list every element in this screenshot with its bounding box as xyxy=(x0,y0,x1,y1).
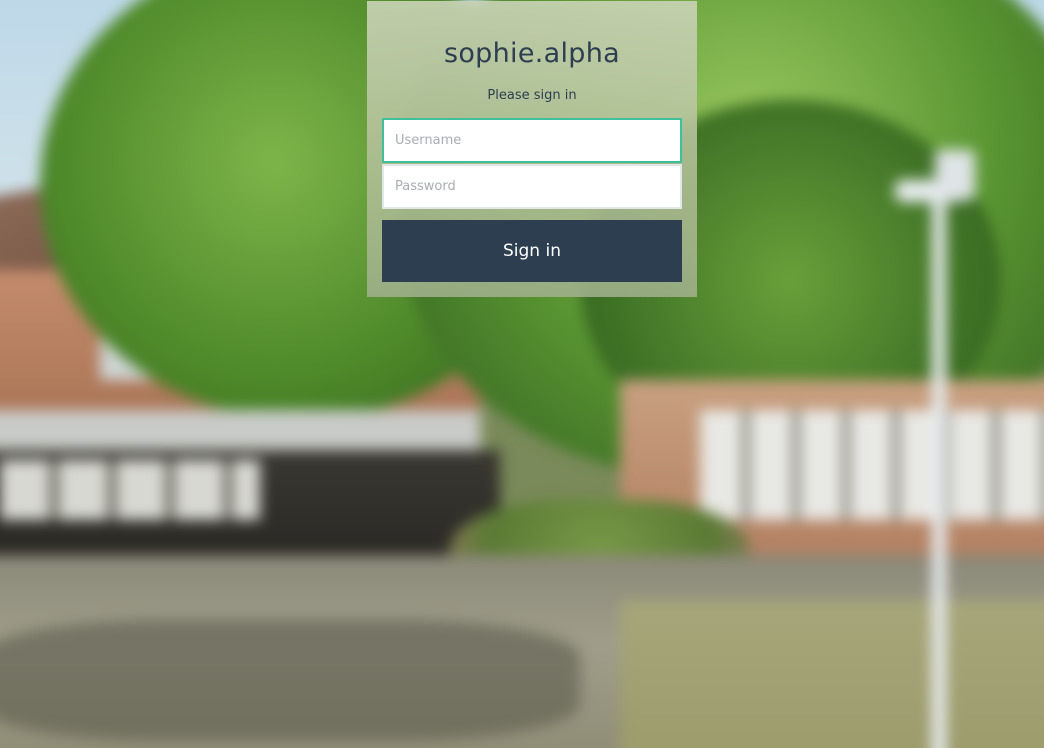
password-input[interactable] xyxy=(382,164,682,209)
username-input[interactable] xyxy=(382,118,682,163)
signin-button[interactable]: Sign in xyxy=(382,220,682,282)
building-windows-right xyxy=(700,410,1044,520)
tree-shadow xyxy=(0,620,580,740)
signin-prompt: Please sign in xyxy=(487,88,577,103)
entrance-canopy xyxy=(0,410,480,450)
hall-windows xyxy=(0,460,260,520)
app-title: sophie.alpha xyxy=(444,38,620,69)
lamp-light xyxy=(935,150,975,200)
lawn xyxy=(620,600,1044,748)
lamp-pole xyxy=(932,190,946,748)
login-form: sophie.alpha Please sign in Sign in xyxy=(367,1,697,297)
